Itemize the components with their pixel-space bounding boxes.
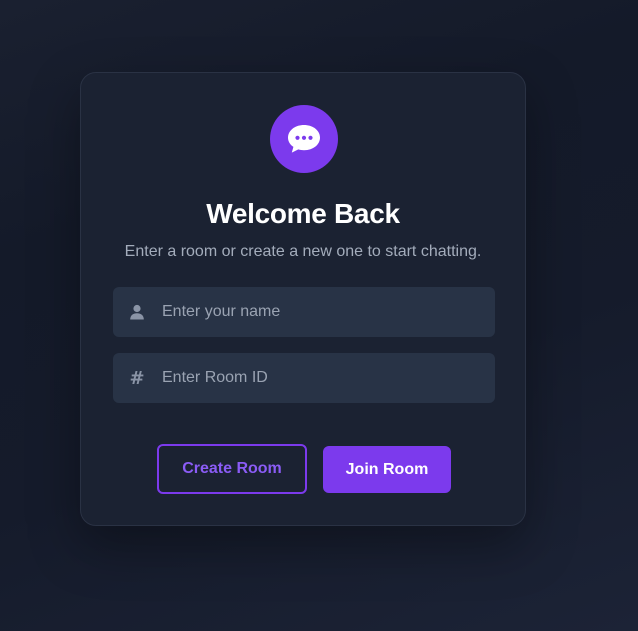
room-id-input[interactable] — [161, 353, 495, 403]
create-room-button[interactable]: Create Room — [157, 444, 307, 494]
login-card: Welcome Back Enter a room or create a ne… — [80, 72, 526, 526]
page-title: Welcome Back — [206, 198, 400, 229]
name-field[interactable] — [113, 287, 495, 337]
chat-logo — [270, 105, 338, 173]
join-room-button[interactable]: Join Room — [323, 446, 451, 493]
user-icon — [113, 304, 161, 320]
room-id-field[interactable]: # — [113, 353, 495, 403]
page-subtitle: Enter a room or create a new one to star… — [124, 243, 482, 260]
chat-bubble-icon — [288, 125, 320, 153]
hash-icon: # — [129, 367, 145, 389]
name-input[interactable] — [161, 287, 495, 337]
